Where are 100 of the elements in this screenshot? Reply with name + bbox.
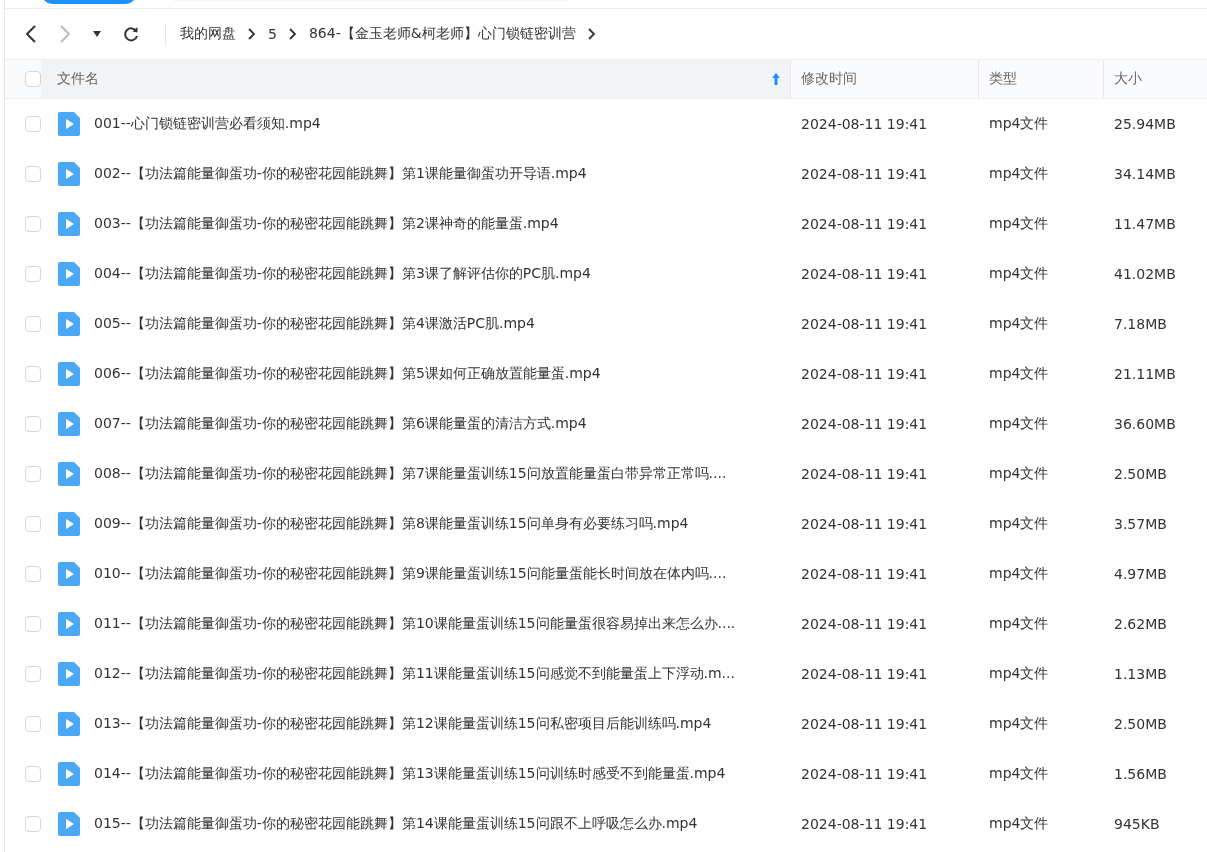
file-name[interactable]: 010--【功法篇能量御蛋功-你的秘密花园能跳舞】第9课能量蛋训练15问能量蛋能长时间放在体内吗....: [94, 565, 727, 583]
video-file-icon: [58, 362, 80, 386]
row-checkbox[interactable]: [25, 316, 41, 332]
file-type: mp4文件: [989, 565, 1049, 583]
file-size: 36.60MB: [1114, 416, 1176, 432]
video-file-icon: [58, 562, 80, 586]
file-name[interactable]: 005--【功法篇能量御蛋功-你的秘密花园能跳舞】第4课激活PC肌.mp4: [94, 315, 535, 333]
video-file-icon: [58, 712, 80, 736]
file-size: 2.50MB: [1114, 466, 1167, 482]
file-name[interactable]: 001--心门锁链密训营必看须知.mp4: [94, 115, 321, 133]
caret-icon[interactable]: [93, 31, 101, 37]
file-type: mp4文件: [989, 815, 1049, 833]
modified-time: 2024-08-11 19:41: [801, 266, 928, 282]
refresh-icon[interactable]: [123, 26, 139, 42]
row-checkbox[interactable]: [25, 266, 41, 282]
modified-time: 2024-08-11 19:41: [801, 466, 928, 482]
breadcrumb-link[interactable]: 我的网盘: [180, 25, 236, 43]
modified-time: 2024-08-11 19:41: [801, 566, 928, 582]
row-checkbox[interactable]: [25, 616, 41, 632]
file-name[interactable]: 013--【功法篇能量御蛋功-你的秘密花园能跳舞】第12课能量蛋训练15问私密项目后能训练吗.mp4: [94, 715, 712, 733]
file-size: 11.47MB: [1114, 216, 1176, 232]
file-name[interactable]: 004--【功法篇能量御蛋功-你的秘密花园能跳舞】第3课了解评估你的PC肌.mp4: [94, 265, 591, 283]
row-checkbox[interactable]: [25, 216, 41, 232]
file-type: mp4文件: [989, 165, 1049, 183]
file-type: mp4文件: [989, 465, 1049, 483]
modified-time: 2024-08-11 19:41: [801, 816, 928, 832]
video-file-icon: [58, 462, 80, 486]
file-size: 2.62MB: [1114, 616, 1167, 632]
file-size: 4.97MB: [1114, 566, 1167, 582]
sort-arrow-icon[interactable]: [772, 73, 780, 85]
row-checkbox[interactable]: [25, 116, 41, 132]
row-checkbox[interactable]: [25, 166, 41, 182]
modified-time: 2024-08-11 19:41: [801, 216, 928, 232]
file-name[interactable]: 003--【功法篇能量御蛋功-你的秘密花园能跳舞】第2课神奇的能量蛋.mp4: [94, 215, 559, 233]
file-name[interactable]: 006--【功法篇能量御蛋功-你的秘密花园能跳舞】第5课如何正确放置能量蛋.mp4: [94, 365, 601, 383]
file-type: mp4文件: [989, 615, 1049, 633]
column-header[interactable]: 文件名: [41, 60, 790, 98]
file-size: 41.02MB: [1114, 266, 1176, 282]
breadcrumb-link[interactable]: 864-【金玉老师&柯老师】心门锁链密训营: [308, 25, 576, 43]
select-all-checkbox[interactable]: [25, 71, 41, 87]
file-type: mp4文件: [989, 715, 1049, 733]
file-size: 3.57MB: [1114, 516, 1167, 532]
video-file-icon: [58, 512, 80, 536]
file-type: mp4文件: [989, 215, 1049, 233]
video-file-icon: [58, 262, 80, 286]
breadcrumb-link[interactable]: 5: [268, 26, 277, 42]
file-type: mp4文件: [989, 415, 1049, 433]
file-size: 945KB: [1114, 816, 1160, 832]
file-name[interactable]: 008--【功法篇能量御蛋功-你的秘密花园能跳舞】第7课能量蛋训练15问放置能量蛋白带异常正常吗....: [94, 465, 727, 483]
forward-icon[interactable]: [59, 24, 71, 44]
modified-time: 2024-08-11 19:41: [801, 666, 928, 682]
row-checkbox[interactable]: [25, 366, 41, 382]
video-file-icon: [58, 412, 80, 436]
video-file-icon: [58, 162, 80, 186]
file-name[interactable]: 002--【功法篇能量御蛋功-你的秘密花园能跳舞】第1课能量御蛋功开导语.mp4: [94, 165, 587, 183]
file-name[interactable]: 011--【功法篇能量御蛋功-你的秘密花园能跳舞】第10课能量蛋训练15问能量蛋很容易掉出来怎么办....: [94, 615, 736, 633]
back-icon[interactable]: [25, 24, 37, 44]
file-name[interactable]: 012--【功法篇能量御蛋功-你的秘密花园能跳舞】第11课能量蛋训练15问感觉不到能量蛋上下浮动.m...: [94, 665, 735, 683]
modified-time: 2024-08-11 19:41: [801, 416, 928, 432]
file-size: 1.13MB: [1114, 666, 1167, 682]
modified-time: 2024-08-11 19:41: [801, 516, 928, 532]
row-checkbox[interactable]: [25, 816, 41, 832]
video-file-icon: [58, 112, 80, 136]
row-checkbox[interactable]: [25, 666, 41, 682]
video-file-icon: [58, 662, 80, 686]
chevron-icon: [288, 28, 297, 40]
file-size: 1.56MB: [1114, 766, 1167, 782]
modified-time: 2024-08-11 19:41: [801, 366, 928, 382]
modified-time: 2024-08-11 19:41: [801, 166, 928, 182]
file-name[interactable]: 014--【功法篇能量御蛋功-你的秘密花园能跳舞】第13课能量蛋训练15问训练时感受不到能量蛋.mp4: [94, 765, 726, 783]
file-type: mp4文件: [989, 315, 1049, 333]
file-type: mp4文件: [989, 765, 1049, 783]
file-name[interactable]: 007--【功法篇能量御蛋功-你的秘密花园能跳舞】第6课能量蛋的清洁方式.mp4: [94, 415, 587, 433]
column-header[interactable]: 大小: [1104, 60, 1207, 98]
file-name[interactable]: 015--【功法篇能量御蛋功-你的秘密花园能跳舞】第14课能量蛋训练15问跟不上呼吸怎么办.mp4: [94, 815, 698, 833]
video-file-icon: [58, 312, 80, 336]
video-file-icon: [58, 212, 80, 236]
row-checkbox[interactable]: [25, 766, 41, 782]
file-size: 34.14MB: [1114, 166, 1176, 182]
row-checkbox[interactable]: [25, 716, 41, 732]
file-size: 7.18MB: [1114, 316, 1167, 332]
file-type: mp4文件: [989, 265, 1049, 283]
file-type: mp4文件: [989, 665, 1049, 683]
column-header[interactable]: 修改时间: [791, 60, 978, 98]
video-file-icon: [58, 762, 80, 786]
modified-time: 2024-08-11 19:41: [801, 716, 928, 732]
row-checkbox[interactable]: [25, 566, 41, 582]
row-checkbox[interactable]: [25, 416, 41, 432]
modified-time: 2024-08-11 19:41: [801, 316, 928, 332]
video-file-icon: [58, 612, 80, 636]
file-name[interactable]: 009--【功法篇能量御蛋功-你的秘密花园能跳舞】第8课能量蛋训练15问单身有必要练习吗.mp4: [94, 515, 689, 533]
modified-time: 2024-08-11 19:41: [801, 616, 928, 632]
file-type: mp4文件: [989, 115, 1049, 133]
chevron-icon: [587, 28, 596, 40]
column-header[interactable]: 类型: [979, 60, 1103, 98]
chevron-icon: [248, 28, 256, 40]
modified-time: 2024-08-11 19:41: [801, 116, 928, 132]
row-checkbox[interactable]: [25, 466, 41, 482]
file-type: mp4文件: [989, 365, 1049, 383]
row-checkbox[interactable]: [25, 516, 41, 532]
